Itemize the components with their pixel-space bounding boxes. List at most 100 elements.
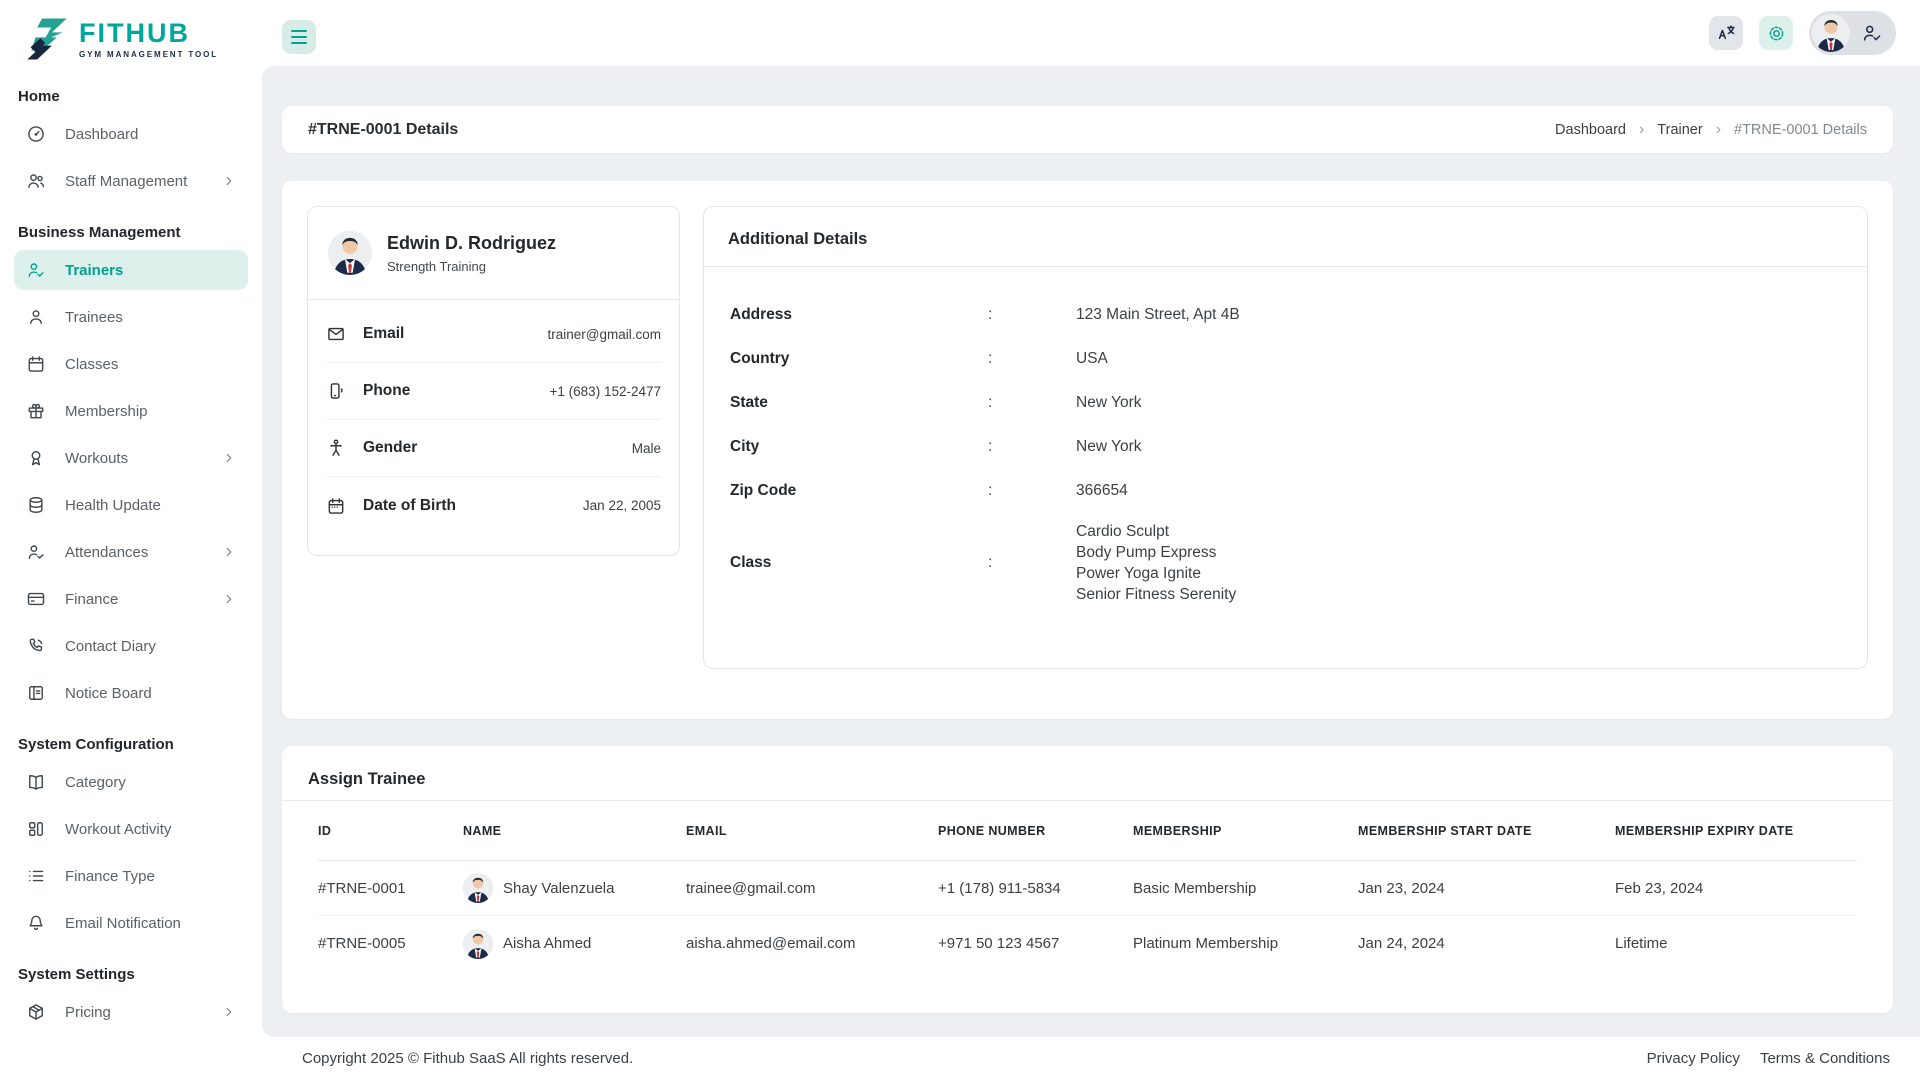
sidebar-item-email-notification[interactable]: Email Notification (14, 903, 248, 943)
smartphone-icon (326, 381, 346, 401)
chevron-right-icon (222, 451, 236, 465)
cell-email: trainee@gmail.com (686, 879, 816, 897)
row-label: Phone (363, 382, 411, 399)
sidebar-item-attendances[interactable]: Attendances (14, 532, 248, 572)
breadcrumb-dashboard[interactable]: Dashboard (1555, 122, 1626, 138)
sidebar-item-dashboard[interactable]: Dashboard (14, 114, 248, 154)
sidebar-item-workout-activity[interactable]: Workout Activity (14, 809, 248, 849)
col-start-date: MEMBERSHIP START DATE (1358, 823, 1532, 838)
sidebar-item-label: Classes (65, 355, 119, 373)
trainer-profile-card: Edwin D. Rodriguez Strength Training Ema… (307, 206, 680, 556)
chevron-right-icon (222, 592, 236, 606)
cell-membership: Basic Membership (1133, 879, 1257, 897)
class-item: Senior Fitness Serenity (1076, 586, 1237, 603)
row-label: Date of Birth (363, 496, 456, 514)
sidebar-item-notice-board[interactable]: Notice Board (14, 673, 248, 713)
sidebar-item-workouts[interactable]: Workouts (14, 438, 248, 478)
terms-conditions-link[interactable]: Terms & Conditions (1760, 1050, 1890, 1067)
class-item: Cardio Sculpt (1076, 523, 1170, 540)
trainer-profile-header: Edwin D. Rodriguez Strength Training (308, 207, 679, 300)
table-row: #TRNE-0001 Shay Valenzuela trainee@gmail… (318, 861, 1857, 916)
table-row: #TRNE-0005 Aisha Ahmed aisha.ahmed@email… (318, 916, 1857, 971)
sidebar-item-staff-management[interactable]: Staff Management (14, 161, 248, 201)
sidebar-item-label: Health Update (65, 496, 161, 514)
page-header-card: #TRNE-0001 Details Dashboard › Trainer ›… (282, 106, 1893, 153)
chevron-right-icon (222, 174, 236, 188)
list-icon (26, 866, 46, 886)
credit-card-icon (26, 589, 46, 609)
sidebar-toggle-button[interactable] (282, 20, 316, 54)
table-header-row: ID NAME EMAIL PHONE NUMBER MEMBERSHIP ME… (318, 801, 1857, 861)
sidebar-item-pricing[interactable]: Pricing (14, 992, 248, 1032)
user-check-icon (26, 542, 46, 562)
gear-icon (1766, 23, 1787, 44)
breadcrumb-trainer[interactable]: Trainer (1657, 122, 1702, 138)
section-title-system-configuration: System Configuration (18, 736, 174, 753)
phone-call-icon (26, 636, 46, 656)
cell-email: aisha.ahmed@email.com (686, 935, 856, 952)
sidebar-item-label: Dashboard (65, 125, 139, 143)
topbar (262, 0, 1920, 66)
sidebar-item-label: Staff Management (65, 172, 188, 190)
sidebar-item-finance[interactable]: Finance (14, 579, 248, 619)
users-icon (26, 171, 46, 191)
sidebar: FITHUB GYM MANAGEMENT TOOL Home Dashboar… (0, 0, 262, 1080)
breadcrumb-current: #TRNE-0001 Details (1734, 121, 1867, 138)
sidebar-item-label: Finance Type (65, 867, 155, 885)
class-item: Body Pump Express (1076, 544, 1217, 561)
additional-details-body: Address : 123 Main Street, Apt 4B Countr… (704, 267, 1867, 613)
trainer-specialty: Strength Training (387, 258, 487, 274)
privacy-policy-link[interactable]: Privacy Policy (1647, 1050, 1740, 1067)
user-check-icon (1861, 22, 1883, 44)
sidebar-item-label: Pricing (65, 1003, 111, 1021)
sidebar-item-membership[interactable]: Membership (14, 391, 248, 431)
hamburger-icon (291, 29, 307, 33)
sidebar-item-label: Attendances (65, 543, 149, 561)
sidebar-item-health-update[interactable]: Health Update (14, 485, 248, 525)
sidebar-item-label: Email Notification (65, 914, 181, 932)
col-phone: PHONE NUMBER (938, 823, 1046, 838)
row-value: Male (631, 440, 661, 456)
sidebar-item-contact-diary[interactable]: Contact Diary (14, 626, 248, 666)
sidebar-item-finance-type[interactable]: Finance Type (14, 856, 248, 896)
book-open-icon (26, 772, 46, 792)
fithub-logo[interactable]: FITHUB GYM MANAGEMENT TOOL (0, 0, 262, 66)
sidebar-item-label: Category (65, 773, 126, 791)
language-button[interactable] (1709, 16, 1743, 50)
topbar-actions (1709, 11, 1896, 55)
col-membership: MEMBERSHIP (1133, 823, 1222, 838)
sidebar-item-category[interactable]: Category (14, 762, 248, 802)
gift-icon (26, 401, 46, 421)
cell-name: Shay Valenzuela (463, 873, 686, 903)
dob-row: Date of Birth Jan 22, 2005 (326, 477, 661, 534)
col-name: NAME (463, 823, 502, 838)
col-id: ID (318, 823, 332, 838)
package-icon (26, 1002, 46, 1022)
sidebar-item-trainees[interactable]: Trainees (14, 297, 248, 337)
sidebar-item-trainers[interactable]: Trainers (14, 250, 248, 290)
sidebar-item-classes[interactable]: Classes (14, 344, 248, 384)
sidebar-item-label: Workouts (65, 449, 129, 467)
user-icon (26, 307, 46, 327)
main-content: #TRNE-0001 Details Dashboard › Trainer ›… (262, 66, 1920, 1037)
row-value: trainer@gmail.com (547, 326, 661, 342)
settings-button[interactable] (1759, 16, 1793, 50)
notice-board-icon (26, 683, 46, 703)
row-label: Gender (363, 439, 418, 456)
class-list: Cardio Sculpt Body Pump Express Power Yo… (1076, 521, 1843, 605)
calendar-icon (26, 354, 46, 374)
sidebar-item-label: Membership (65, 402, 148, 420)
gender-row: Gender Male (326, 420, 661, 477)
trainee-avatar (463, 928, 493, 959)
translate-icon (1716, 23, 1737, 44)
email-row: Email trainer@gmail.com (326, 306, 661, 363)
cell-phone: +1 (178) 911-5834 (938, 879, 1061, 897)
row-value: +1 (683) 152-2477 (549, 383, 661, 399)
cell-id: #TRNE-0005 (318, 935, 406, 952)
class-row: Class : Cardio Sculpt Body Pump Express … (730, 513, 1843, 613)
cell-phone: +971 50 123 4567 (938, 935, 1060, 952)
country-row: Country : USA (730, 350, 1108, 367)
profile-menu-button[interactable] (1809, 11, 1896, 55)
cell-id: #TRNE-0001 (318, 879, 406, 897)
cell-membership: Platinum Membership (1133, 935, 1279, 952)
